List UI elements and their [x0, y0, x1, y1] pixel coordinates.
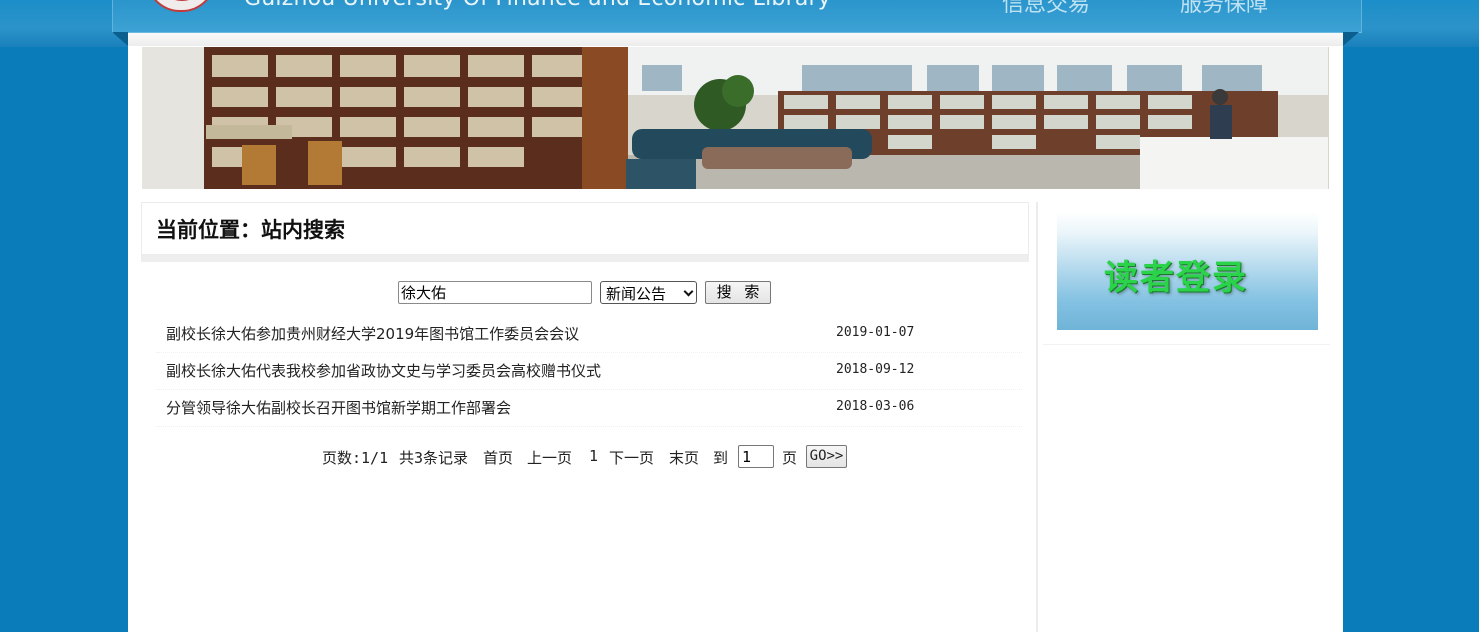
record-count: 共3条记录	[399, 449, 469, 467]
nav-item-1[interactable]: 信息交易	[1002, 0, 1090, 18]
breadcrumb-underbar	[141, 255, 1029, 262]
result-title-link[interactable]: 副校长徐大佑参加贵州财经大学2019年图书馆工作委员会会议	[166, 323, 579, 344]
site-title: Guizhou University Of Finance and Econom…	[244, 0, 831, 11]
result-date: 2018-03-06	[836, 399, 915, 414]
list-item: 副校长徐大佑代表我校参加省政协文史与学习委员会高校赠书仪式 2018-09-12	[156, 353, 1022, 390]
page-top-strip	[128, 33, 1343, 46]
header-fold-right	[1343, 32, 1359, 46]
result-date: 2018-09-12	[836, 362, 915, 377]
header-fold-left	[112, 32, 128, 46]
prev-page-link[interactable]: 上一页	[527, 447, 572, 468]
chevron-down-icon	[683, 286, 694, 297]
first-page-link[interactable]: 首页	[483, 447, 513, 468]
result-title-link[interactable]: 副校长徐大佑代表我校参加省政协文史与学习委员会高校赠书仪式	[166, 360, 601, 381]
search-button[interactable]: 搜 索	[705, 281, 771, 304]
list-item: 分管领导徐大佑副校长召开图书馆新学期工作部署会 2018-03-06	[156, 390, 1022, 427]
goto-suffix: 页	[782, 449, 798, 467]
nav-item-2[interactable]: 服务保障	[1180, 0, 1268, 18]
reader-login-label[interactable]: 读者登录	[1104, 250, 1248, 299]
last-page-link[interactable]: 末页	[669, 447, 699, 468]
result-date: 2019-01-07	[836, 325, 915, 340]
breadcrumb: 当前位置：站内搜索	[156, 217, 345, 242]
library-banner-image	[142, 47, 1329, 189]
column-divider	[1036, 202, 1038, 632]
category-select-value: 新闻公告	[606, 285, 667, 303]
goto-prefix: 到	[713, 449, 729, 467]
result-title-link[interactable]: 分管领导徐大佑副校长召开图书馆新学期工作部署会	[166, 397, 511, 418]
go-button[interactable]: GO>>	[806, 445, 847, 468]
list-item: 副校长徐大佑参加贵州财经大学2019年图书馆工作委员会会议 2019-01-07	[156, 316, 1022, 353]
sidebar-separator	[1043, 344, 1330, 345]
goto-page-input[interactable]	[738, 445, 774, 468]
logo-ring	[156, 0, 208, 1]
search-input[interactable]	[398, 281, 592, 304]
current-page: 1	[589, 447, 599, 465]
next-page-link[interactable]: 下一页	[609, 447, 654, 468]
category-select[interactable]: 新闻公告	[600, 281, 697, 304]
results-list: 副校长徐大佑参加贵州财经大学2019年图书馆工作委员会会议 2019-01-07…	[156, 316, 1022, 427]
page-count: 页数:1/1	[322, 449, 389, 467]
